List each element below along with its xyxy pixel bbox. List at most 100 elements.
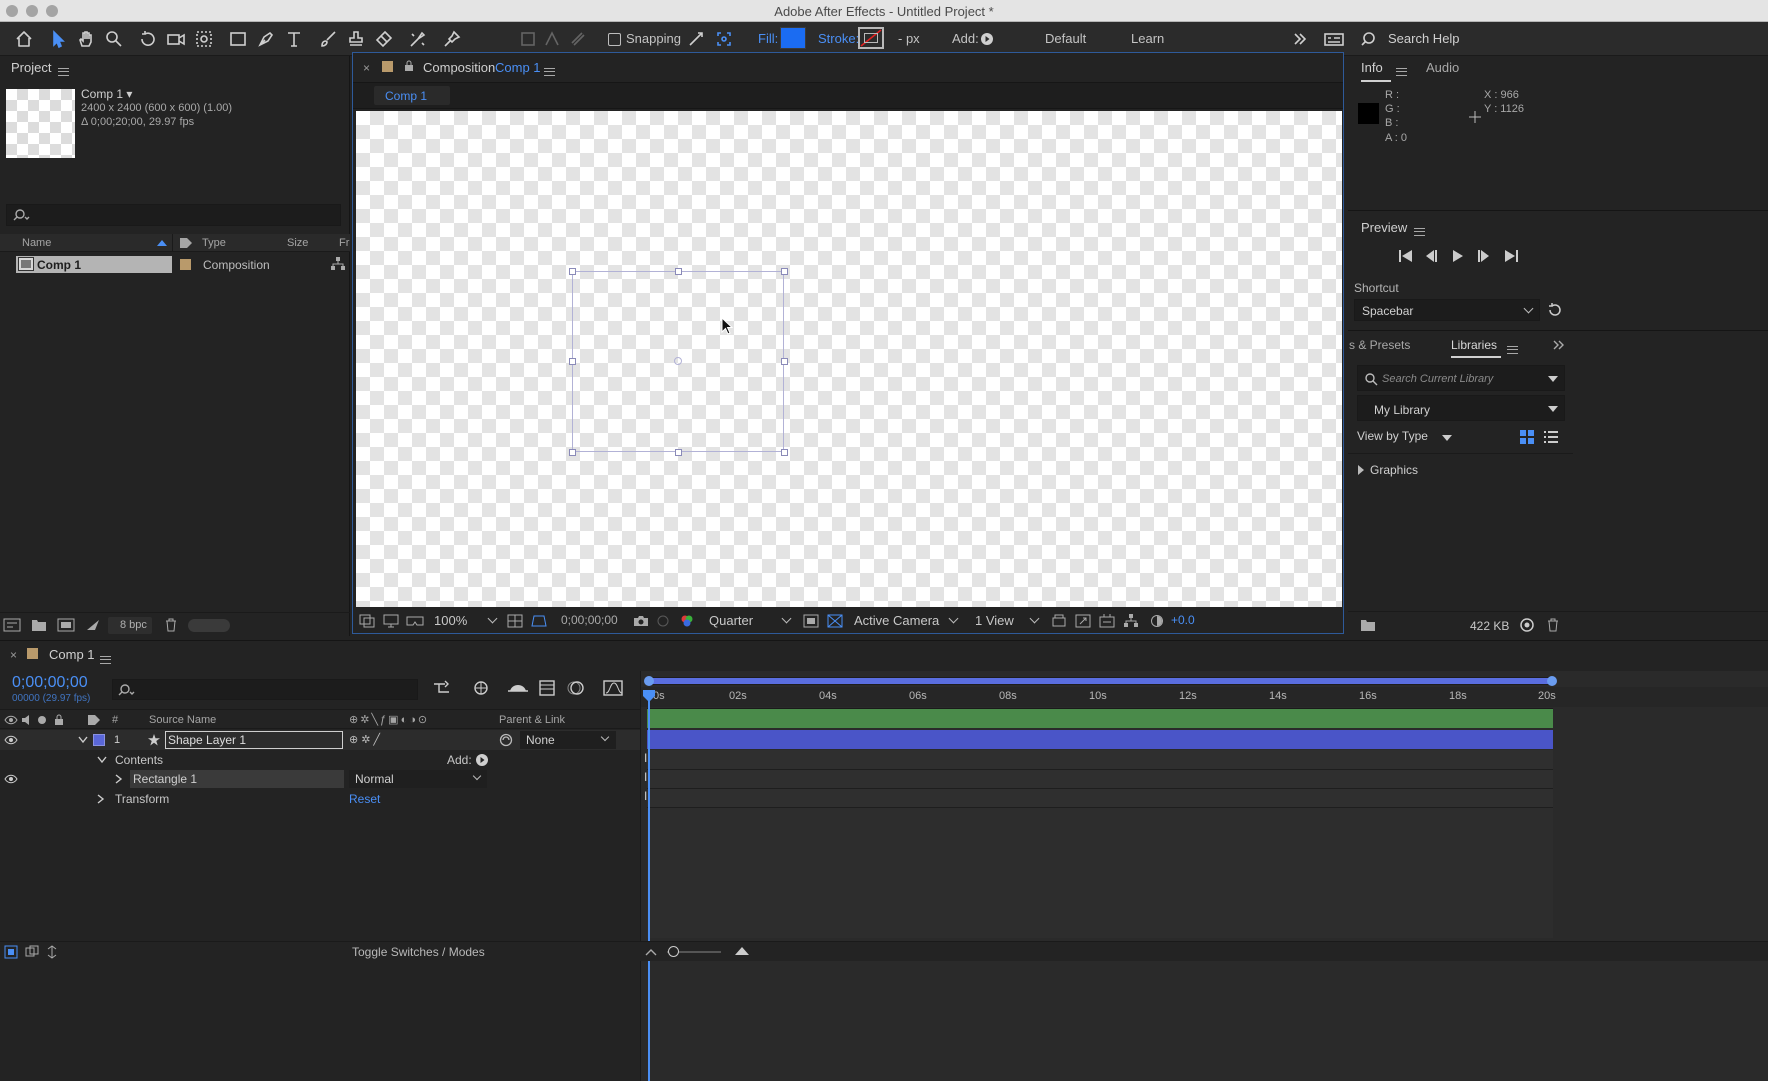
search-help-icon[interactable] [1358, 27, 1382, 51]
effects-presets-tab[interactable]: s & Presets [1349, 338, 1410, 352]
layer-row-shape-layer-1[interactable]: 1 Shape Layer 1 ⊕✲╱ None [0, 730, 640, 750]
snapshot-camera-icon[interactable] [633, 614, 649, 628]
col-fr-header[interactable]: Fr [339, 237, 349, 249]
layer-switches-pane-icon[interactable] [4, 945, 18, 959]
motion-blur-icon[interactable] [565, 679, 587, 697]
comp-panel-menu-icon[interactable] [544, 63, 555, 78]
graphics-category[interactable]: Graphics [1370, 463, 1418, 477]
parent-dropdown[interactable]: None [520, 731, 616, 749]
camera-tool-icon[interactable] [164, 27, 188, 51]
add-shape-button[interactable] [981, 33, 993, 45]
handle-top-right[interactable] [781, 268, 788, 275]
layer-duration-bar[interactable] [647, 730, 1553, 749]
fill-color-swatch[interactable] [780, 27, 806, 49]
time-stretch-pane-icon[interactable] [45, 945, 59, 959]
handle-top-left[interactable] [569, 268, 576, 275]
close-comp-panel-icon[interactable]: × [363, 61, 370, 75]
col-type-header[interactable]: Type [202, 237, 226, 249]
close-timeline-icon[interactable]: × [10, 648, 17, 662]
libraries-panel-menu-icon[interactable] [1507, 341, 1518, 356]
mask-visibility-icon[interactable] [531, 614, 547, 628]
transparency-grid-icon[interactable] [827, 614, 843, 628]
audio-tab[interactable]: Audio [1426, 60, 1459, 75]
eraser-tool-icon[interactable] [372, 27, 396, 51]
trash-icon[interactable] [164, 618, 178, 632]
anchor-point[interactable] [674, 357, 682, 365]
time-ruler[interactable]: 0s 02s 04s 06s 08s 10s 12s 14s 16s 18s 2… [641, 687, 1768, 707]
project-search-input[interactable] [6, 204, 341, 226]
view-layout-dropdown[interactable]: 1 View [975, 613, 1014, 628]
modes-pane-icon[interactable] [25, 945, 39, 959]
view-by-dropdown[interactable]: View by Type [1357, 429, 1428, 443]
handle-middle-left[interactable] [569, 358, 576, 365]
color-channels-icon[interactable] [679, 614, 695, 628]
zoom-out-icon[interactable] [645, 947, 657, 957]
handle-top-center[interactable] [675, 268, 682, 275]
timeline-current-time[interactable]: 0;00;00;00 [12, 674, 88, 692]
creative-cloud-sync-icon[interactable] [1518, 617, 1536, 633]
work-area-bar[interactable] [644, 676, 1557, 686]
snap-edges-icon[interactable] [684, 27, 708, 51]
handle-bottom-center[interactable] [675, 449, 682, 456]
snap-features-icon[interactable] [712, 27, 736, 51]
graphics-expand-icon[interactable] [1357, 465, 1365, 475]
vr-goggles-icon[interactable] [406, 614, 424, 628]
blend-mode-dropdown[interactable]: Normal [349, 770, 487, 788]
toggle-pixel-aspect-icon[interactable] [1051, 614, 1067, 628]
fast-previews-icon[interactable] [1075, 614, 1091, 628]
zoom-slider-thumb[interactable] [668, 946, 679, 957]
rectangle-name-field[interactable]: Rectangle 1 [130, 770, 344, 788]
current-time-display[interactable]: 0;00;00;00 [561, 613, 618, 627]
playhead-marker-icon[interactable] [642, 689, 656, 703]
timeline-graph-area[interactable]: 0s 02s 04s 06s 08s 10s 12s 14s 16s 18s 2… [640, 671, 1768, 1081]
rectangle-tool-icon[interactable] [226, 27, 250, 51]
camera-view-dropdown[interactable]: Active Camera [854, 613, 939, 628]
library-folder-icon[interactable] [1360, 618, 1376, 632]
transform-row[interactable]: Transform Reset [0, 789, 640, 808]
handle-middle-right[interactable] [781, 358, 788, 365]
layer-visibility-eye-icon[interactable] [4, 735, 18, 745]
zoom-in-icon[interactable] [734, 946, 750, 956]
info-tab[interactable]: Info [1361, 60, 1383, 75]
resolution-dropdown[interactable]: Quarter [709, 613, 753, 628]
library-selector-dropdown[interactable]: My Library [1357, 395, 1565, 421]
comp-tab-prefix[interactable]: Composition [423, 60, 495, 75]
transform-reset-link[interactable]: Reset [349, 792, 380, 806]
col-parent-link-header[interactable]: Parent & Link [499, 714, 565, 726]
col-name-header[interactable]: Name [22, 237, 51, 249]
thumbnail-transparency-toggle[interactable] [188, 619, 230, 632]
magnification-dropdown[interactable]: 100% [434, 613, 467, 628]
contents-add-button[interactable] [476, 754, 488, 766]
play-icon[interactable] [1450, 249, 1466, 263]
stroke-label[interactable]: Stroke: [818, 31, 859, 46]
shortcut-dropdown[interactable]: Spacebar [1354, 299, 1540, 321]
clone-stamp-tool-icon[interactable] [344, 27, 368, 51]
flowchart-icon[interactable] [331, 257, 345, 271]
home-icon[interactable] [12, 27, 36, 51]
grid-view-icon[interactable] [1520, 430, 1534, 444]
shy-layers-icon[interactable] [507, 679, 529, 697]
handle-bottom-left[interactable] [569, 449, 576, 456]
selection-tool-icon[interactable] [46, 27, 70, 51]
monitor-icon[interactable] [383, 614, 399, 628]
roto-brush-tool-icon[interactable] [406, 27, 430, 51]
stroke-color-swatch[interactable] [858, 27, 884, 49]
always-preview-icon[interactable] [359, 614, 375, 628]
pan-behind-tool-icon[interactable] [192, 27, 216, 51]
col-size-header[interactable]: Size [287, 237, 308, 249]
reset-shortcut-icon[interactable] [1547, 302, 1563, 318]
first-frame-icon[interactable] [1398, 249, 1414, 263]
project-item-name[interactable]: Comp 1 ▾ [81, 87, 132, 101]
exposure-value[interactable]: +0.0 [1171, 613, 1195, 627]
timeline-comp-tab[interactable]: Comp 1 [49, 647, 95, 662]
draft-3d-icon[interactable] [470, 679, 492, 697]
libraries-tab[interactable]: Libraries [1451, 338, 1497, 352]
library-search-input[interactable]: Search Current Library [1357, 365, 1565, 391]
list-view-icon[interactable] [1544, 430, 1558, 444]
new-folder-icon[interactable] [31, 618, 47, 632]
lock-icon[interactable] [404, 60, 414, 72]
rotate-tool-icon[interactable] [136, 27, 160, 51]
panel-overflow-icon[interactable] [1552, 338, 1566, 352]
contents-row[interactable]: Contents Add: [0, 750, 640, 769]
bit-depth-button[interactable]: 8 bpc [108, 617, 152, 634]
